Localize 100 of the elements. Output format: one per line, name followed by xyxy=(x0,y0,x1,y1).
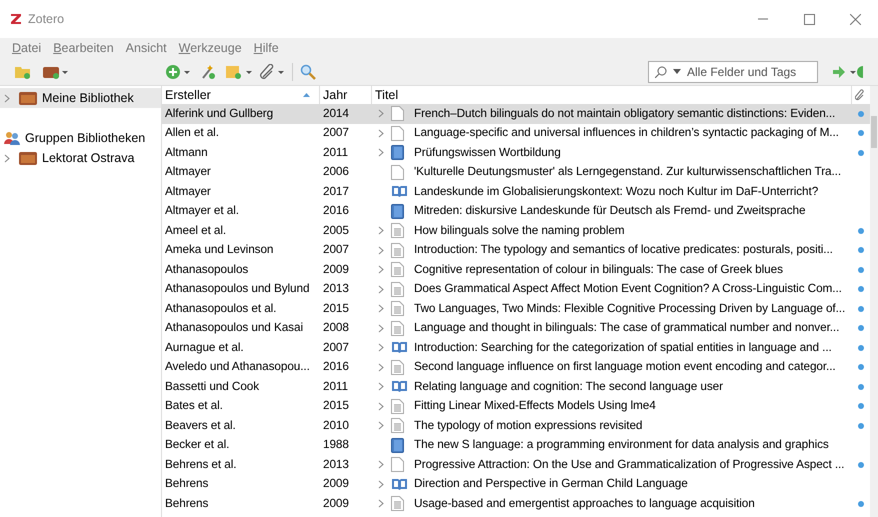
table-row[interactable]: Aveledo und Athanasopou... 2016 Second language influence on first language motion event encoding and categor... xyxy=(162,358,870,377)
year-cell-text: 2013 xyxy=(322,280,350,298)
window-title: Zotero xyxy=(28,10,64,28)
search-field[interactable]: Alle Felder und Tags xyxy=(648,60,818,82)
creator-cell-text: Aveledo und Athanasopou... xyxy=(164,358,311,376)
table-row[interactable]: Athanasopoulos und Bylund 2013 Does Grammatical Aspect Affect Motion Event Cognition? A Cross-Linguistic Com... xyxy=(162,280,870,299)
creator-cell-text: Behrens et al. xyxy=(164,456,238,473)
creator-cell-text: Behrens xyxy=(164,494,210,512)
creator-cell-text: Bates et al. xyxy=(164,397,224,414)
title-cell-text: Two Languages, Two Minds: Flexible Cognitive Processing Driven by Language of... xyxy=(414,300,846,317)
year-cell-text: 2007 xyxy=(322,241,350,258)
creator-cell-text: Altmann xyxy=(164,144,209,161)
year-cell-text: 2011 xyxy=(322,378,349,395)
title-cell-text: Fitting Linear Mixed-Effects Models Using lme4 xyxy=(414,397,656,414)
creator-cell-text: Ameka und Levinson xyxy=(164,241,274,258)
title-cell-text: The new S language: a programming environment for data analysis and graphics xyxy=(414,436,829,454)
title-cell-text: Usage-based and emergentist approaches to language acquisition xyxy=(414,494,755,512)
creator-cell-text: Altmayer xyxy=(164,182,212,200)
sidebar-heading: Gruppen Bibliotheken xyxy=(25,130,146,147)
table-row[interactable]: Athanasopoulos und Kasai 2008 Language and thought in bilinguals: The case of grammatical number and nonver... xyxy=(162,318,870,338)
table-row[interactable]: Becker et al. 1988 The new S language: a programming environment for data analysis and graphics xyxy=(162,436,870,455)
dropdown-caret-icon[interactable] xyxy=(673,69,681,74)
expander-icon[interactable] xyxy=(378,284,384,294)
table-row[interactable]: Altmayer et al. 2016 Mitreden: diskursive Landeskunde für Deutsch als Fremd- und Zweitsprache xyxy=(162,202,870,221)
table-row[interactable]: Beavers et al. 2010 The typology of motion expressions revisited xyxy=(162,416,870,436)
expander-icon[interactable] xyxy=(378,148,384,158)
creator-cell-text: Becker et al. xyxy=(164,436,230,454)
expander-icon[interactable] xyxy=(378,343,384,352)
expander-icon[interactable] xyxy=(378,421,384,430)
table-row[interactable]: Altmayer 2006 'Kulturelle Deutungsmuster' als Lerngegenstand. Zur kulturwissenschaftlichen Tra... xyxy=(162,162,870,182)
expander-icon[interactable] xyxy=(378,304,384,314)
year-cell-text: 2009 xyxy=(322,494,350,512)
expander-icon[interactable] xyxy=(378,265,384,274)
creator-cell-text: Athanasopoulos und Kasai xyxy=(164,319,304,336)
paperclip-icon xyxy=(855,89,865,101)
menu-item[interactable]: Hilfe xyxy=(254,38,279,58)
table-row[interactable]: Allen et al. 2007 Language-specific and universal influences in children’s syntactic packaging of M... xyxy=(162,124,870,143)
column-header[interactable]: Jahr xyxy=(320,86,372,104)
menu-item[interactable]: Datei xyxy=(12,38,42,58)
table-row[interactable]: Athanasopoulos 2009 Cognitive representation of colour in bilinguals: The case of Greek blues xyxy=(162,260,870,280)
table-row[interactable]: Altmann 2011 Prüfungswissen Wortbildung xyxy=(162,143,870,162)
search-icon xyxy=(655,66,667,78)
title-cell-text: Landeskunde im Globalisierungskontext: Wozu noch Kultur im DaF-Unterricht? xyxy=(414,182,818,200)
title-cell-text: The typology of motion expressions revisited xyxy=(414,416,642,434)
sort-arrow-icon xyxy=(303,93,310,97)
sidebar-item[interactable]: Lektorat Ostrava xyxy=(0,148,161,168)
creator-cell-text: Bassetti und Cook xyxy=(164,378,260,395)
expander-icon[interactable] xyxy=(378,246,384,255)
table-row[interactable]: Behrens 2009 Direction and Perspective in German Child Language xyxy=(162,474,870,494)
title-cell-text: 'Kulturelle Deutungsmuster' als Lerngegenstand. Zur kulturwissenschaftlichen Tra... xyxy=(414,163,842,180)
group-icon xyxy=(4,131,20,145)
table-row[interactable]: Bates et al. 2015 Fitting Linear Mixed-Effects Models Using lme4 xyxy=(162,396,870,416)
expander-icon[interactable] xyxy=(378,109,384,118)
menu-item[interactable]: Ansicht xyxy=(126,38,167,58)
expander-icon[interactable] xyxy=(378,226,384,236)
expander-icon[interactable] xyxy=(378,362,384,372)
title-cell-text: Introduction: Searching for the categorization of spatial entities in language and ... xyxy=(414,338,832,356)
year-cell-text: 2007 xyxy=(322,124,350,142)
creator-cell-text: Beavers et al. xyxy=(164,416,237,434)
table-row[interactable]: Alferink und Gullberg 2014 French–Dutch bilinguals do not maintain obligatory semantic distinctions: Eviden... xyxy=(162,104,870,124)
creator-cell-text: Ameel et al. xyxy=(164,222,228,239)
title-cell-text: Direction and Perspective in German Child Language xyxy=(414,475,688,492)
sidebar-item[interactable]: Meine Bibliothek xyxy=(0,88,161,108)
year-cell-text: 2016 xyxy=(322,358,350,376)
title-cell-text: Mitreden: diskursive Landeskunde für Deutsch als Fremd- und Zweitsprache xyxy=(414,202,806,220)
title-cell-text: Second language influence on first language motion event encoding and categor... xyxy=(414,358,836,376)
library-icon xyxy=(19,151,37,165)
table-row[interactable]: Aurnague et al. 2007 Introduction: Searching for the categorization of spatial entities in language and ... xyxy=(162,338,870,358)
creator-cell-text: Athanasopoulos et al. xyxy=(164,300,278,317)
creator-cell-text: Behrens xyxy=(164,475,210,492)
expander-icon[interactable] xyxy=(378,499,384,508)
table-row[interactable]: Athanasopoulos et al. 2015 Two Languages, Two Minds: Flexible Cognitive Processing Driven by Language of... xyxy=(162,299,870,318)
table-row[interactable]: Ameka und Levinson 2007 Introduction: The typology and semantics of locative predicates: posturals, positi... xyxy=(162,240,870,260)
table-row[interactable]: Bassetti und Cook 2011 Relating language and cognition: The second language user xyxy=(162,377,870,396)
table-row[interactable]: Altmayer 2017 Landeskunde im Globalisierungskontext: Wozu noch Kultur im DaF-Unterricht? xyxy=(162,182,870,202)
year-cell-text: 2008 xyxy=(322,319,350,336)
creator-cell-text: Aurnague et al. xyxy=(164,338,245,356)
column-header[interactable]: Ersteller xyxy=(162,86,320,104)
attachments-column-header[interactable] xyxy=(852,86,870,104)
year-cell-text: 2017 xyxy=(322,182,350,200)
table-row[interactable]: Ameel et al. 2005 How bilinguals solve the naming problem xyxy=(162,221,870,240)
year-cell-text: 2007 xyxy=(322,338,350,356)
creator-cell-text: Athanasopoulos und Bylund xyxy=(164,280,310,298)
library-icon xyxy=(19,91,37,105)
maximize-icon xyxy=(804,14,814,24)
expander-icon[interactable] xyxy=(378,480,384,489)
table-row[interactable]: Behrens et al. 2013 Progressive Attraction: On the Use and Grammaticalization of Progressive Aspect ... xyxy=(162,455,870,474)
expander-icon[interactable] xyxy=(378,460,384,470)
expander-icon[interactable] xyxy=(378,128,384,138)
scrollbar[interactable] xyxy=(870,86,878,517)
creator-cell-text: Altmayer et al. xyxy=(164,202,240,220)
expander-icon[interactable] xyxy=(378,324,384,333)
title-cell-text: Progressive Attraction: On the Use and Grammaticalization of Progressive Aspect ... xyxy=(414,456,844,473)
menu-item[interactable]: Werkzeuge xyxy=(178,38,242,58)
column-header[interactable]: Titel xyxy=(372,86,852,104)
expander-icon[interactable] xyxy=(378,382,384,392)
creator-cell-text: Allen et al. xyxy=(164,124,220,142)
menu-item[interactable]: Bearbeiten xyxy=(53,38,114,58)
table-row[interactable]: Behrens 2009 Usage-based and emergentist approaches to language acquisition xyxy=(162,494,870,514)
expander-icon[interactable] xyxy=(378,402,384,411)
